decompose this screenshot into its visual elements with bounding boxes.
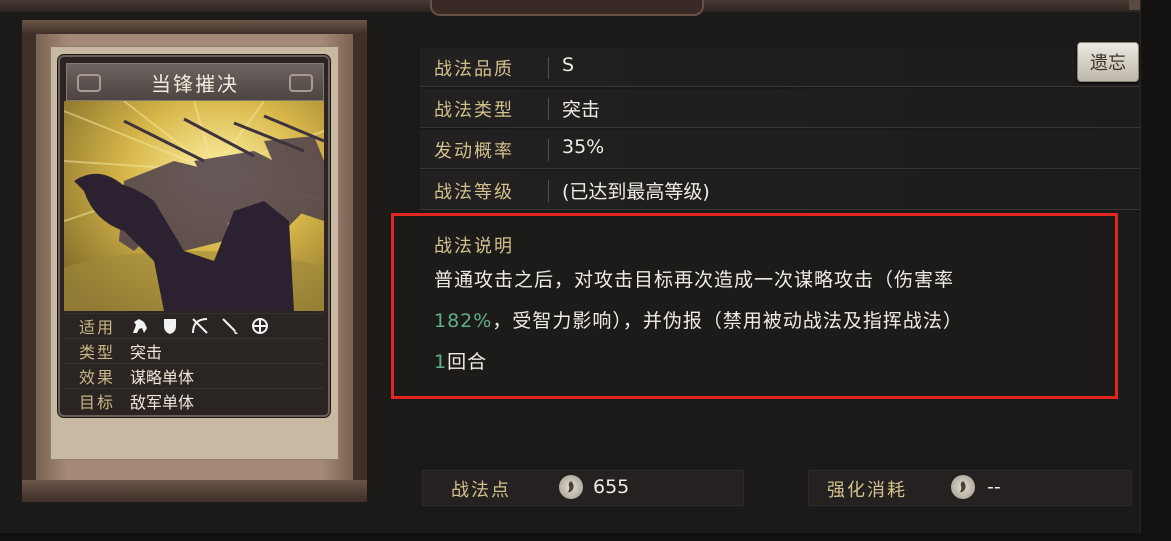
forget-button[interactable]: 遗忘: [1077, 42, 1139, 82]
scroll-rod-bottom: [22, 480, 367, 502]
annotation-highlight-box: [391, 213, 1118, 399]
attr-row-probability: 发动概率 35%: [420, 130, 1140, 169]
attr-separator: [548, 139, 549, 161]
prop-row-target: 目标 敌军单体: [64, 388, 324, 413]
tactic-card-title-bar: 当锋摧决: [66, 63, 324, 101]
tactic-card: 当锋摧决 适用 类型 突击 效果 谋略单体 目标 敌军单体: [58, 55, 330, 417]
prop-value: 敌军单体: [130, 393, 195, 412]
attr-separator: [548, 57, 549, 79]
attr-value: 35%: [562, 136, 605, 158]
attr-key: 战法类型: [434, 100, 514, 121]
tactic-card-properties: 适用 类型 突击 效果 谋略单体 目标 敌军单体: [64, 313, 324, 413]
chariot-icon: [252, 318, 268, 334]
prop-row-effect: 效果 谋略单体: [64, 363, 324, 388]
top-tab-decoration: [430, 0, 704, 16]
upgrade-cost-box: 强化消耗 --: [808, 470, 1132, 506]
spear-icon: [222, 318, 238, 334]
prop-value: 突击: [130, 343, 163, 362]
prop-row-applicable: 适用: [64, 313, 324, 338]
tactic-points-box: 战法点 655: [422, 470, 744, 506]
attr-row-type: 战法类型 突击: [420, 89, 1140, 128]
tactic-points-icon: [559, 475, 583, 499]
shield-icon: [164, 319, 176, 334]
scroll-rod-top: [22, 20, 367, 34]
attr-value: S: [562, 54, 575, 76]
attr-key: 发动概率: [434, 141, 514, 162]
prop-key: 目标: [78, 393, 115, 412]
title-ornament-right: [289, 74, 313, 92]
attr-separator: [548, 98, 549, 120]
attr-key: 战法等级: [434, 182, 514, 203]
bottom-edge: [0, 533, 1171, 541]
bow-icon: [192, 318, 208, 334]
attr-separator: [548, 180, 549, 202]
prop-key: 效果: [78, 368, 115, 387]
prop-key: 类型: [78, 343, 115, 362]
prop-row-type: 类型 突击: [64, 338, 324, 363]
upgrade-cost-value: --: [987, 476, 1001, 498]
attr-row-quality: 战法品质 S: [420, 48, 1140, 87]
title-ornament-left: [77, 74, 101, 92]
prop-value: 谋略单体: [130, 368, 195, 387]
prop-key: 适用: [78, 318, 115, 337]
attr-row-level: 战法等级 (已达到最高等级): [420, 171, 1140, 210]
troop-type-icons: [130, 316, 270, 336]
tactic-points-label: 战法点: [451, 480, 511, 501]
top-frame: [0, 0, 1171, 16]
attr-value: 突击: [562, 99, 601, 121]
cavalry-icon: [133, 319, 147, 333]
tactic-points-value: 655: [593, 476, 630, 498]
right-edge: [1140, 0, 1171, 541]
tactic-artwork: [64, 101, 324, 311]
attr-value: (已达到最高等级): [562, 181, 710, 203]
upgrade-cost-icon: [951, 475, 975, 499]
upgrade-cost-label: 强化消耗: [827, 480, 907, 501]
tactic-name: 当锋摧决: [151, 71, 239, 96]
attr-key: 战法品质: [434, 59, 514, 80]
